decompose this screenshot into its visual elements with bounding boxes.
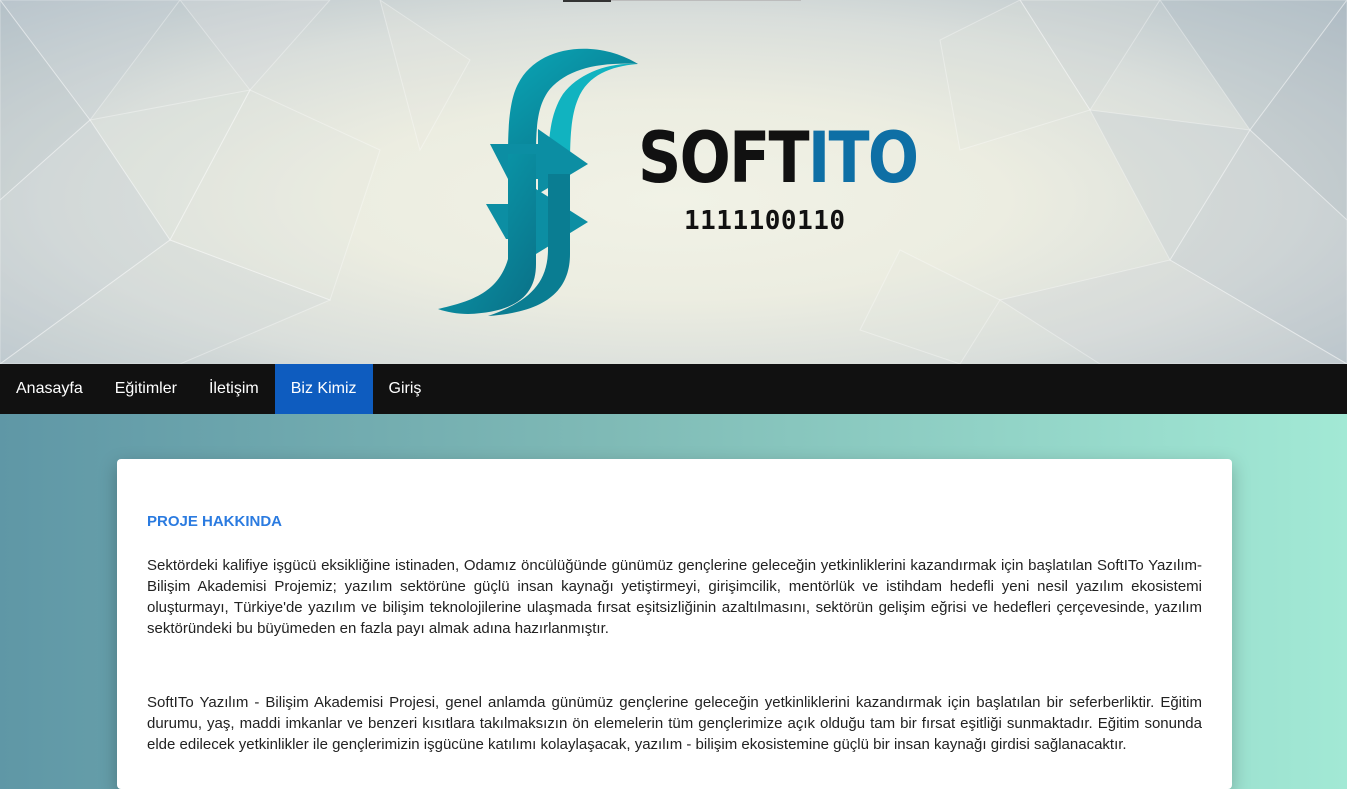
about-paragraph-2: SoftITo Yazılım - Bilişim Akademisi Proj…	[147, 694, 1202, 753]
brand-ito: ITO	[807, 117, 919, 199]
top-indicator	[563, 0, 611, 2]
nav-item-iletisim[interactable]: İletişim	[193, 364, 275, 414]
nav-item-biz-kimiz[interactable]: Biz Kimiz	[274, 364, 373, 414]
top-divider	[611, 0, 801, 1]
main-navigation: Anasayfa Eğitimler İletişim Biz Kimiz Gi…	[0, 364, 1347, 414]
nav-item-egitimler[interactable]: Eğitimler	[99, 364, 193, 414]
header-banner: SOFTITO 1111100110	[0, 0, 1347, 364]
nav-item-giris[interactable]: Giriş	[373, 364, 438, 414]
nav-item-anasayfa[interactable]: Anasayfa	[0, 364, 99, 414]
brand-wordmark: SOFTITO	[638, 117, 919, 199]
section-heading: PROJE HAKKINDA	[147, 513, 283, 530]
brand-soft: SOFT	[638, 117, 810, 199]
about-paragraph-1: Sektördeki kalifiye işgücü eksikliğine i…	[147, 557, 1202, 637]
softito-f-logo-icon	[438, 48, 638, 316]
content-card: PROJE HAKKINDA Sektördeki kalifiye işgüc…	[117, 459, 1232, 789]
brand-binary-code: 1111100110	[684, 206, 846, 236]
